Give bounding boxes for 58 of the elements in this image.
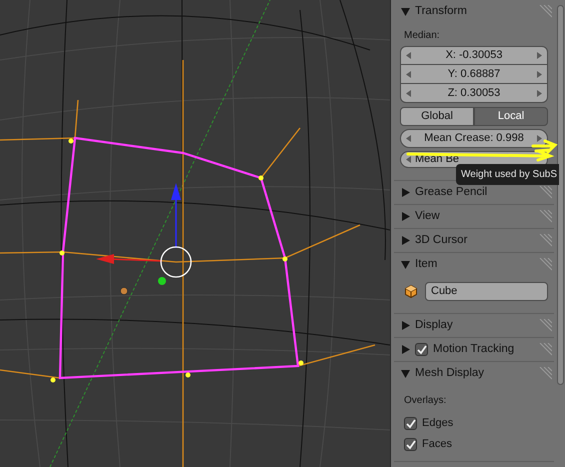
panel-title: View bbox=[415, 208, 440, 224]
panel-header[interactable]: Display bbox=[394, 314, 554, 337]
panel-header[interactable]: View bbox=[394, 205, 554, 228]
right-arrow-icon[interactable] bbox=[537, 90, 542, 96]
section-label: Median: bbox=[403, 29, 441, 43]
panel-title: Display bbox=[415, 318, 453, 333]
panel-header[interactable]: 3D Cursor bbox=[394, 229, 554, 252]
expand-triangle-icon[interactable] bbox=[401, 188, 410, 197]
section-label: Overlays: bbox=[403, 394, 448, 408]
expand-triangle-icon[interactable] bbox=[401, 321, 410, 330]
drag-grip-icon[interactable] bbox=[538, 258, 552, 272]
space-toggle-tab[interactable]: Global bbox=[400, 107, 474, 126]
panel-title: Grease Pencil bbox=[415, 184, 488, 200]
drag-grip-icon[interactable] bbox=[538, 366, 552, 380]
panel-title: Transform bbox=[415, 4, 467, 19]
collapse-triangle-icon[interactable] bbox=[401, 7, 410, 16]
number-field[interactable]: Y: 0.68887 bbox=[400, 65, 548, 84]
checkbox[interactable] bbox=[415, 343, 428, 356]
drag-grip-icon[interactable] bbox=[538, 186, 552, 200]
collapse-triangle-icon[interactable] bbox=[401, 369, 410, 378]
checkbox-label[interactable]: Edges bbox=[422, 415, 454, 432]
left-arrow-icon[interactable] bbox=[406, 90, 411, 96]
left-arrow-icon[interactable] bbox=[406, 70, 411, 78]
panel-title: 3D Cursor bbox=[415, 232, 468, 248]
left-arrow-icon[interactable] bbox=[406, 156, 411, 163]
expand-triangle-icon[interactable] bbox=[401, 236, 410, 245]
cube-icon bbox=[405, 285, 417, 298]
left-arrow-icon[interactable] bbox=[406, 135, 411, 142]
drag-grip-icon[interactable] bbox=[538, 234, 552, 248]
tooltip: Weight used by SubS bbox=[456, 164, 559, 185]
panel-title: Mesh Display bbox=[415, 366, 484, 381]
name-field[interactable]: Cube bbox=[425, 282, 548, 301]
expand-triangle-icon[interactable] bbox=[401, 212, 410, 221]
panel-header[interactable]: Item bbox=[394, 253, 554, 276]
checkbox-label[interactable]: Faces bbox=[422, 436, 452, 453]
number-field[interactable]: Mean Crease: 0.998 bbox=[400, 129, 548, 148]
right-arrow-icon[interactable] bbox=[536, 70, 542, 78]
space-toggle-tab[interactable]: Local bbox=[474, 107, 548, 126]
drag-grip-icon[interactable] bbox=[538, 342, 552, 356]
panel-title: Motion Tracking bbox=[433, 342, 514, 357]
panel-title: Item bbox=[415, 256, 438, 272]
left-arrow-icon[interactable] bbox=[406, 52, 411, 59]
panel-header[interactable]: Mesh Display bbox=[394, 362, 554, 385]
checkbox[interactable] bbox=[404, 417, 417, 430]
drag-grip-icon[interactable] bbox=[538, 4, 552, 18]
right-arrow-icon[interactable] bbox=[537, 52, 542, 59]
number-field[interactable]: X: -0.30053 bbox=[400, 46, 548, 65]
expand-triangle-icon[interactable] bbox=[401, 345, 410, 354]
panel-header[interactable]: Motion Tracking bbox=[394, 338, 554, 361]
number-field[interactable]: Z: 0.30053 bbox=[400, 84, 548, 103]
right-arrow-icon[interactable] bbox=[536, 135, 542, 142]
drag-grip-icon[interactable] bbox=[538, 318, 552, 332]
checkbox[interactable] bbox=[404, 438, 417, 451]
panel-header[interactable]: Grease Pencil bbox=[394, 181, 554, 204]
scrollbar[interactable] bbox=[557, 5, 564, 385]
panel-header[interactable]: Transform bbox=[394, 0, 554, 23]
collapse-triangle-icon[interactable] bbox=[401, 260, 410, 269]
drag-grip-icon[interactable] bbox=[538, 210, 552, 224]
